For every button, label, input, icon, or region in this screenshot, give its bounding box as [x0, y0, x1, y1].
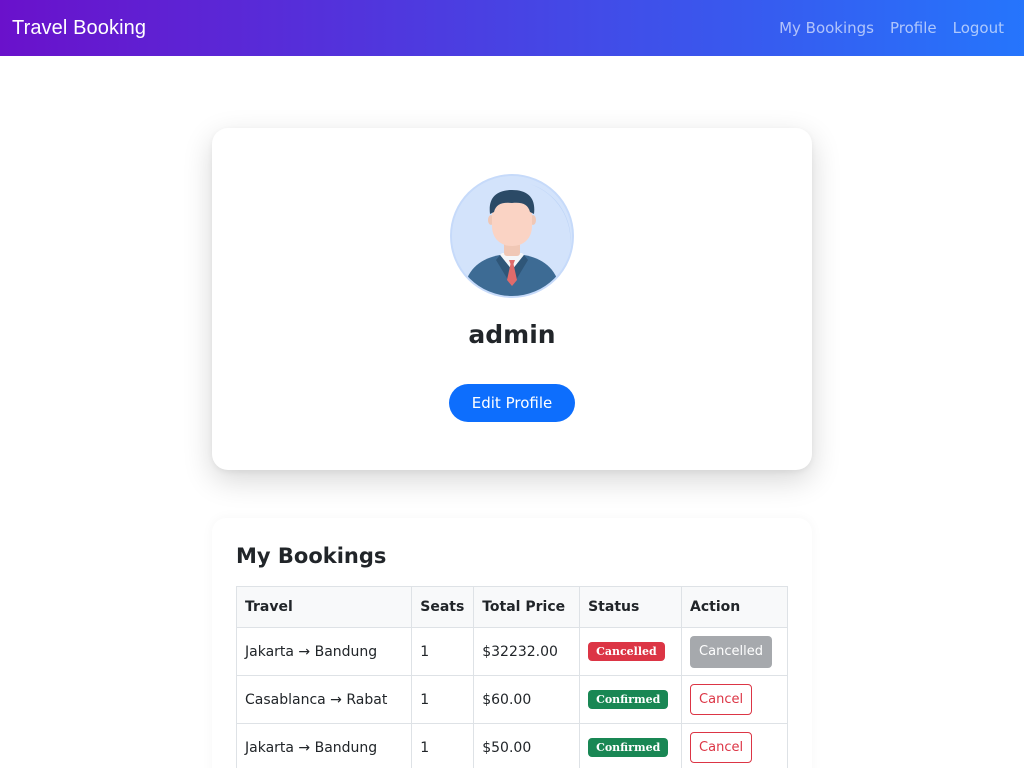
- bookings-title: My Bookings: [236, 544, 387, 568]
- nav-link-profile[interactable]: Profile: [890, 19, 937, 37]
- cell-seats: 1: [411, 627, 475, 676]
- column-header-status: Status: [579, 586, 683, 628]
- profile-username: admin: [468, 320, 556, 349]
- column-header-seats: Seats: [411, 586, 475, 628]
- cell-price: $32232.00: [473, 627, 581, 676]
- cell-travel: Casablanca → Rabat: [235, 675, 413, 724]
- cell-action: Cancel: [681, 723, 788, 768]
- edit-profile-button[interactable]: Edit Profile: [449, 384, 575, 422]
- brand-title[interactable]: Travel Booking: [12, 17, 146, 40]
- column-header-total-price: Total Price: [473, 586, 581, 628]
- cell-price: $50.00: [473, 723, 581, 768]
- table-header-row: Travel Seats Total Price Status Action: [235, 586, 788, 628]
- nav-link-logout[interactable]: Logout: [953, 19, 1004, 37]
- cancel-booking-button[interactable]: Cancel: [690, 684, 753, 715]
- cell-status: Confirmed: [579, 723, 683, 768]
- column-header-travel: Travel: [235, 586, 413, 628]
- navbar: Travel Booking My Bookings Profile Logou…: [0, 0, 1024, 56]
- column-header-action: Action: [681, 586, 788, 628]
- cell-status: Confirmed: [579, 675, 683, 724]
- cell-status: Cancelled: [579, 627, 683, 676]
- table-row: Casablanca → Rabat 1 $60.00 Confirmed Ca…: [235, 675, 788, 724]
- cell-seats: 1: [411, 723, 475, 768]
- status-badge: Confirmed: [588, 690, 669, 709]
- profile-card: admin Edit Profile: [212, 128, 812, 470]
- cell-price: $60.00: [473, 675, 581, 724]
- bookings-table: Travel Seats Total Price Status Action J…: [235, 586, 788, 768]
- nav-link-my-bookings[interactable]: My Bookings: [779, 19, 874, 37]
- bookings-card: My Bookings Travel Seats Total Price Sta…: [212, 518, 812, 768]
- businessman-avatar-icon: [452, 176, 572, 296]
- status-badge: Cancelled: [588, 642, 665, 661]
- cell-travel: Jakarta → Bandung: [235, 627, 413, 676]
- cancelled-button: Cancelled: [690, 635, 772, 668]
- cell-action: Cancel: [681, 675, 788, 724]
- cell-action: Cancelled: [681, 627, 788, 676]
- status-badge: Confirmed: [588, 738, 669, 757]
- cell-seats: 1: [411, 675, 475, 724]
- cell-travel: Jakarta → Bandung: [235, 723, 413, 768]
- table-row: Jakarta → Bandung 1 $50.00 Confirmed Can…: [235, 723, 788, 768]
- nav-links: My Bookings Profile Logout: [779, 19, 1004, 37]
- table-row: Jakarta → Bandung 1 $32232.00 Cancelled …: [235, 627, 788, 676]
- cancel-booking-button[interactable]: Cancel: [690, 732, 753, 763]
